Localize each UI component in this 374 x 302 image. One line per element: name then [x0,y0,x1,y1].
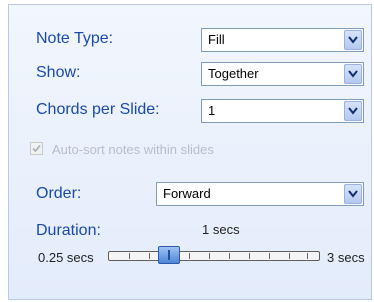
duration-slider-track[interactable] [108,251,320,261]
auto-sort-label: Auto-sort notes within slides [52,142,214,157]
chords-per-slide-label: Chords per Slide: [36,101,160,118]
slider-tick [249,253,250,259]
slider-tick [307,253,308,259]
slider-tick [289,253,290,259]
chevron-down-icon[interactable] [344,101,362,121]
duration-current-value: 1 secs [202,222,240,237]
duration-min-label: 0.25 secs [38,250,94,265]
duration-slider-thumb[interactable] [158,246,180,264]
chevron-down-icon[interactable] [344,184,362,204]
duration-max-label: 3 secs [327,250,365,265]
order-label: Order: [36,185,82,202]
show-label: Show: [36,64,81,81]
note-type-label: Note Type: [36,30,114,47]
show-dropdown[interactable]: Together [201,62,364,86]
slider-tick [129,253,130,259]
show-value: Together [208,66,259,81]
slider-tick [189,253,190,259]
slider-tick [149,253,150,259]
order-dropdown[interactable]: Forward [156,182,364,206]
chevron-down-icon[interactable] [344,30,362,50]
order-value: Forward [163,186,211,201]
duration-label: Duration: [36,222,101,239]
auto-sort-checkbox[interactable] [30,142,43,155]
check-icon [32,144,41,153]
note-type-dropdown[interactable]: Fill [201,28,364,52]
note-type-value: Fill [208,32,225,47]
chords-per-slide-dropdown[interactable]: 1 [201,99,364,123]
chevron-down-icon[interactable] [344,64,362,84]
slider-tick [209,253,210,259]
chords-per-slide-value: 1 [208,103,216,118]
slider-tick [269,253,270,259]
slider-tick [229,253,230,259]
